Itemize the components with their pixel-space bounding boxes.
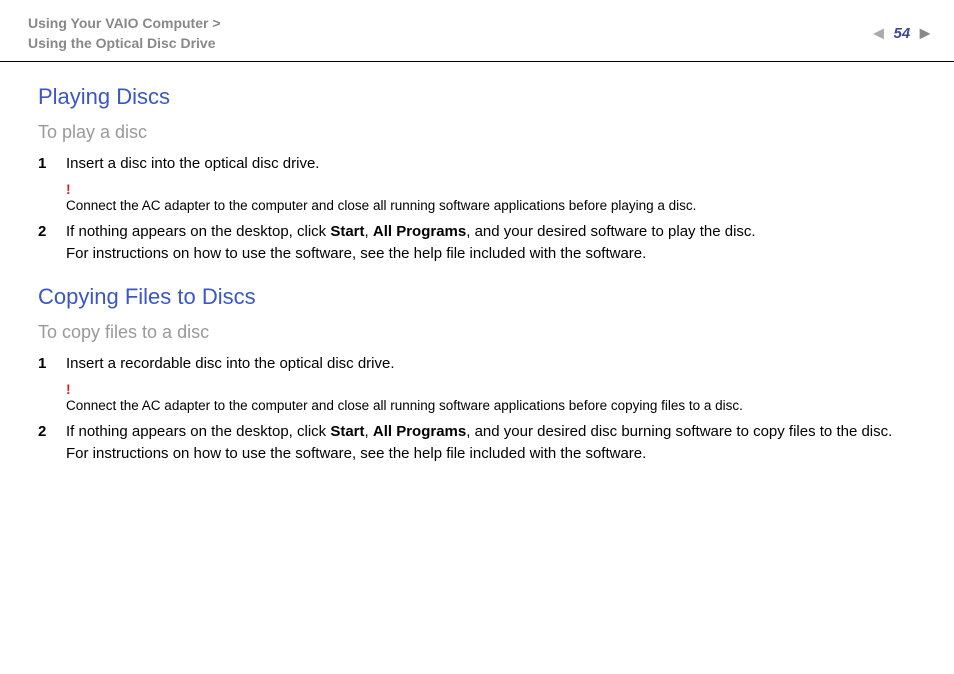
- step-text: If nothing appears on the desktop, click…: [66, 421, 916, 465]
- next-page-icon[interactable]: ►: [916, 23, 934, 44]
- step-row: 2 If nothing appears on the desktop, cli…: [38, 221, 916, 265]
- warning-block: ! Connect the AC adapter to the computer…: [66, 381, 916, 413]
- section-title-playing: Playing Discs: [38, 84, 916, 110]
- step-row: 2 If nothing appears on the desktop, cli…: [38, 421, 916, 465]
- step-number: 1: [38, 153, 66, 175]
- warning-block: ! Connect the AC adapter to the computer…: [66, 181, 916, 213]
- page-header: Using Your VAIO Computer > Using the Opt…: [0, 0, 954, 62]
- step-number: 2: [38, 221, 66, 265]
- subtitle-play-disc: To play a disc: [38, 122, 916, 143]
- subtitle-copy-files: To copy files to a disc: [38, 322, 916, 343]
- warning-text: Connect the AC adapter to the computer a…: [66, 198, 696, 213]
- page-number: 54: [893, 25, 910, 42]
- step-number: 2: [38, 421, 66, 465]
- step-text: If nothing appears on the desktop, click…: [66, 221, 916, 265]
- warning-icon: !: [66, 381, 916, 397]
- prev-page-icon[interactable]: ◄: [870, 23, 888, 44]
- step-number: 1: [38, 353, 66, 375]
- step-row: 1 Insert a recordable disc into the opti…: [38, 353, 916, 375]
- page-content: Playing Discs To play a disc 1 Insert a …: [0, 62, 954, 465]
- section-title-copying: Copying Files to Discs: [38, 284, 916, 310]
- warning-text: Connect the AC adapter to the computer a…: [66, 398, 743, 413]
- warning-icon: !: [66, 181, 916, 197]
- page-nav: ◄ 54 ►: [870, 23, 934, 44]
- step-text: Insert a recordable disc into the optica…: [66, 353, 916, 375]
- step-row: 1 Insert a disc into the optical disc dr…: [38, 153, 916, 175]
- step-text: Insert a disc into the optical disc driv…: [66, 153, 916, 175]
- breadcrumb: Using Your VAIO Computer > Using the Opt…: [28, 14, 221, 53]
- breadcrumb-line2[interactable]: Using the Optical Disc Drive: [28, 34, 221, 54]
- breadcrumb-line1[interactable]: Using Your VAIO Computer >: [28, 14, 221, 34]
